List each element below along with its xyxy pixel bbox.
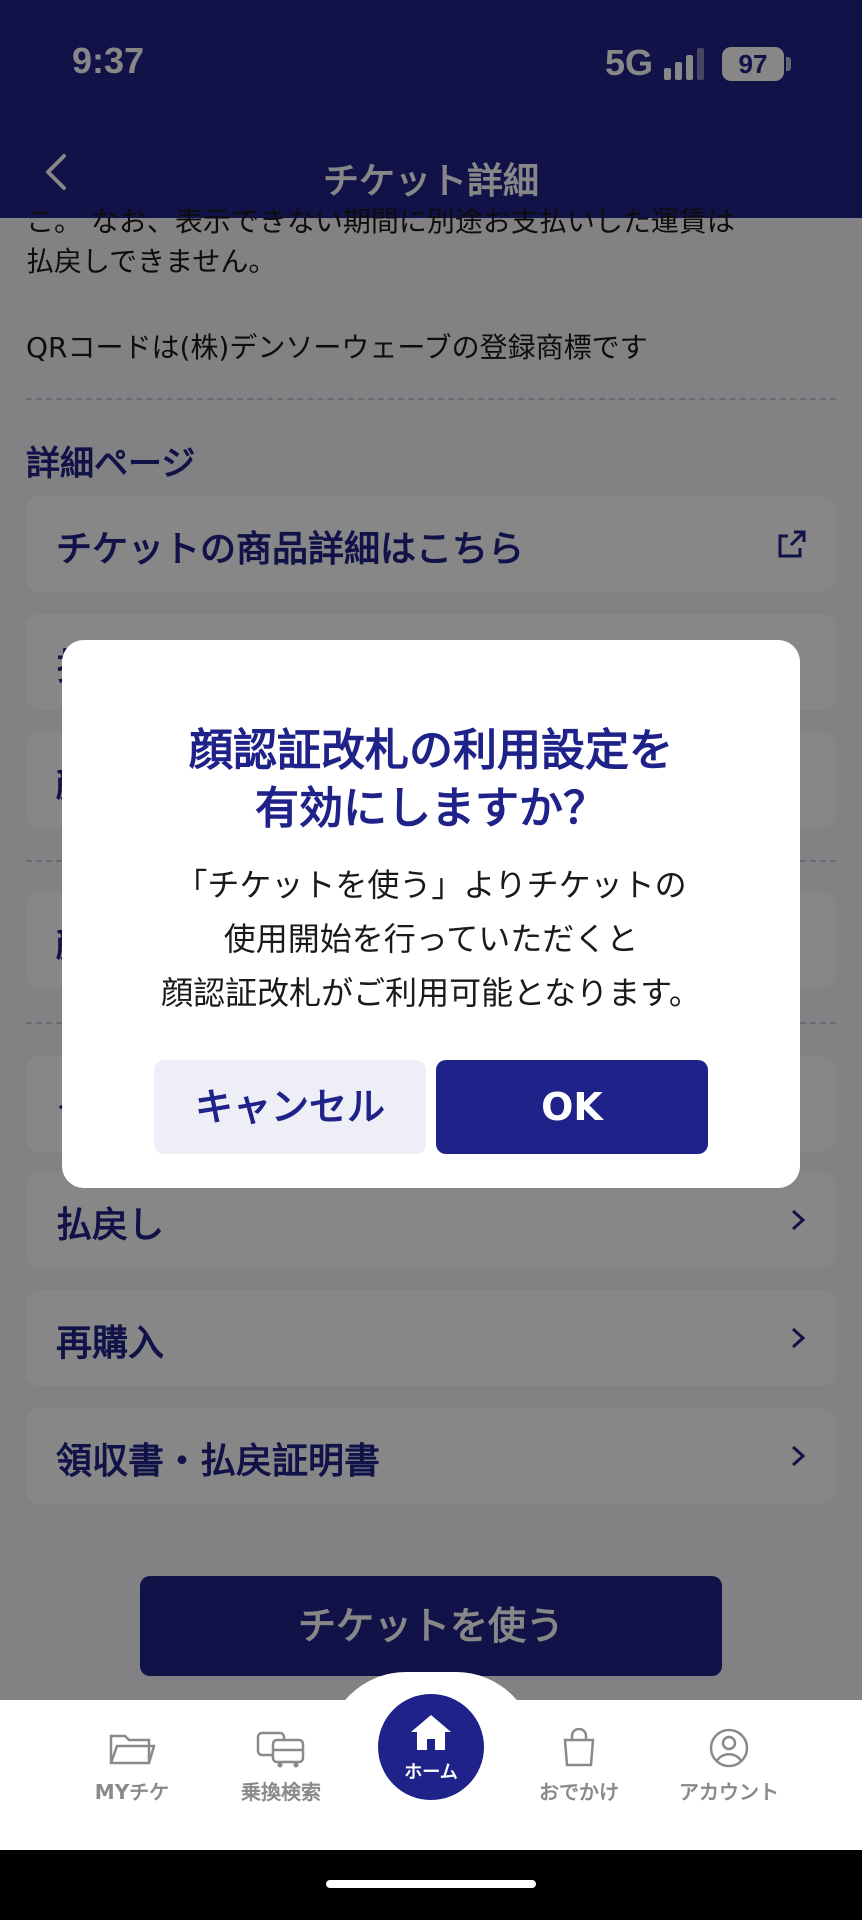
tab-account[interactable]: アカウント (654, 1728, 804, 1805)
dialog-title: 顔認証改札の利用設定を 有効にしますか？ (62, 722, 800, 838)
train-icon (256, 1731, 305, 1768)
tab-route-search[interactable]: 乗換検索 (206, 1728, 356, 1805)
tab-home[interactable]: ホーム (378, 1694, 484, 1800)
tab-label: ホーム (404, 1762, 458, 1783)
dialog-title-line2: 有効にしますか？ (255, 783, 607, 834)
tab-label: アカウント (679, 1780, 779, 1804)
home-indicator[interactable] (326, 1880, 536, 1888)
dialog-title-line1: 顔認証改札の利用設定を (189, 725, 673, 776)
dialog-message-line2: 使用開始を行っていただくと (223, 920, 639, 958)
tab-outing[interactable]: おでかけ (504, 1728, 654, 1805)
folder-icon (109, 1734, 156, 1765)
home-icon (411, 1715, 451, 1750)
tab-label: 乗換検索 (241, 1780, 321, 1804)
dialog-message-line3: 顔認証改札がご利用可能となります。 (161, 974, 701, 1012)
account-icon (709, 1728, 749, 1768)
ok-button[interactable]: OK (436, 1060, 708, 1154)
bag-icon (563, 1728, 595, 1767)
tab-label: おでかけ (539, 1780, 619, 1804)
dialog-message: 「チケットを使う」よりチケットの 使用開始を行っていただくと 顔認証改札がご利用… (62, 858, 800, 1020)
face-auth-dialog: 顔認証改札の利用設定を 有効にしますか？ 「チケットを使う」よりチケットの 使用… (62, 640, 800, 1188)
tab-label: MYチケ (94, 1780, 170, 1804)
cancel-button[interactable]: キャンセル (154, 1060, 426, 1154)
dialog-message-line1: 「チケットを使う」よりチケットの (175, 866, 687, 904)
tab-my-tickets[interactable]: MYチケ (57, 1728, 207, 1805)
